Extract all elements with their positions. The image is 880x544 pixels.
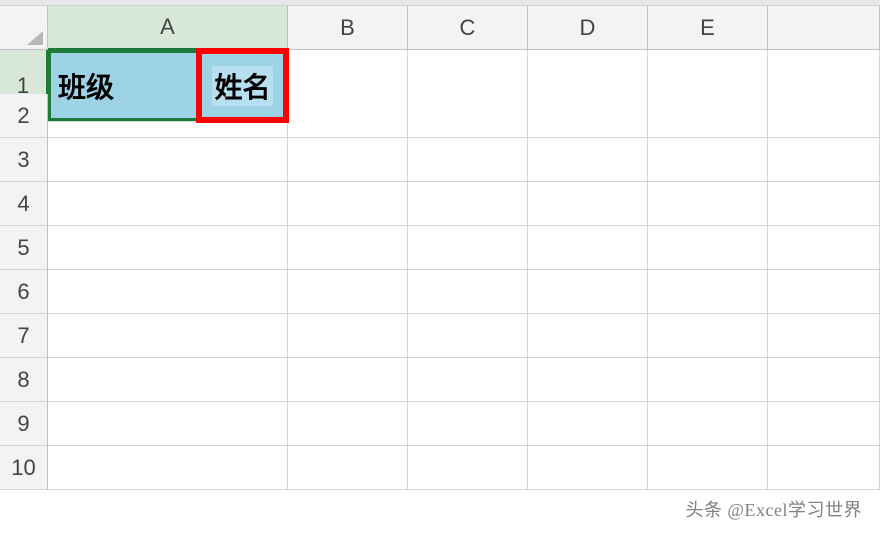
cell-b9[interactable] [288, 402, 408, 446]
cell-c9[interactable] [408, 402, 528, 446]
cell-e4[interactable] [648, 182, 768, 226]
cell-e8[interactable] [648, 358, 768, 402]
column-header-f[interactable] [768, 6, 880, 50]
cell-e5[interactable] [648, 226, 768, 270]
row-header-9[interactable]: 9 [0, 402, 48, 446]
cell-f9[interactable] [768, 402, 880, 446]
cell-c3[interactable] [408, 138, 528, 182]
cell-a1-right-text: 姓名 [198, 50, 287, 121]
cell-c10[interactable] [408, 446, 528, 490]
cell-b3[interactable] [288, 138, 408, 182]
column-header-e[interactable]: E [648, 6, 768, 50]
cell-b4[interactable] [288, 182, 408, 226]
cell-f3[interactable] [768, 138, 880, 182]
cell-e10[interactable] [648, 446, 768, 490]
cell-e6[interactable] [648, 270, 768, 314]
cell-c8[interactable] [408, 358, 528, 402]
row-header-4[interactable]: 4 [0, 182, 48, 226]
cell-b10[interactable] [288, 446, 408, 490]
row-header-2[interactable]: 2 [0, 94, 48, 138]
cell-f8[interactable] [768, 358, 880, 402]
column-header-b[interactable]: B [288, 6, 408, 50]
column-header-a[interactable]: A [48, 6, 288, 50]
row-header-5[interactable]: 5 [0, 226, 48, 270]
cell-f2[interactable] [768, 94, 880, 138]
cell-a4[interactable] [48, 182, 288, 226]
cell-a1[interactable]: 班级 姓名 [48, 50, 288, 122]
cell-c4[interactable] [408, 182, 528, 226]
column-header-c[interactable]: C [408, 6, 528, 50]
cell-d7[interactable] [528, 314, 648, 358]
cell-d5[interactable] [528, 226, 648, 270]
cell-c7[interactable] [408, 314, 528, 358]
cell-a9[interactable] [48, 402, 288, 446]
row-header-8[interactable]: 8 [0, 358, 48, 402]
cell-b5[interactable] [288, 226, 408, 270]
row-header-10[interactable]: 10 [0, 446, 48, 490]
cell-d2[interactable] [528, 94, 648, 138]
cell-a10[interactable] [48, 446, 288, 490]
row-header-3[interactable]: 3 [0, 138, 48, 182]
cell-a5[interactable] [48, 226, 288, 270]
cell-a1-left-text: 班级 [48, 50, 198, 121]
cell-d6[interactable] [528, 270, 648, 314]
cell-c2[interactable] [408, 94, 528, 138]
cell-c5[interactable] [408, 226, 528, 270]
cell-f5[interactable] [768, 226, 880, 270]
cell-a7[interactable] [48, 314, 288, 358]
cell-d4[interactable] [528, 182, 648, 226]
watermark-text: 头条 @Excel学习世界 [685, 496, 862, 522]
cell-d8[interactable] [528, 358, 648, 402]
cell-b8[interactable] [288, 358, 408, 402]
cell-a8[interactable] [48, 358, 288, 402]
cell-d10[interactable] [528, 446, 648, 490]
cell-e2[interactable] [648, 94, 768, 138]
cell-e3[interactable] [648, 138, 768, 182]
select-all-corner[interactable] [0, 6, 48, 50]
cell-c6[interactable] [408, 270, 528, 314]
spreadsheet-grid: A B C D E 1 班级 姓名 2 3 4 5 [0, 6, 880, 490]
cell-f7[interactable] [768, 314, 880, 358]
cell-b6[interactable] [288, 270, 408, 314]
cell-f6[interactable] [768, 270, 880, 314]
cell-f10[interactable] [768, 446, 880, 490]
column-header-d[interactable]: D [528, 6, 648, 50]
cell-a3[interactable] [48, 138, 288, 182]
cell-b2[interactable] [288, 94, 408, 138]
row-header-6[interactable]: 6 [0, 270, 48, 314]
cell-e9[interactable] [648, 402, 768, 446]
cell-d3[interactable] [528, 138, 648, 182]
cell-d9[interactable] [528, 402, 648, 446]
cell-b7[interactable] [288, 314, 408, 358]
row-header-7[interactable]: 7 [0, 314, 48, 358]
cell-f4[interactable] [768, 182, 880, 226]
cell-a6[interactable] [48, 270, 288, 314]
cell-e7[interactable] [648, 314, 768, 358]
